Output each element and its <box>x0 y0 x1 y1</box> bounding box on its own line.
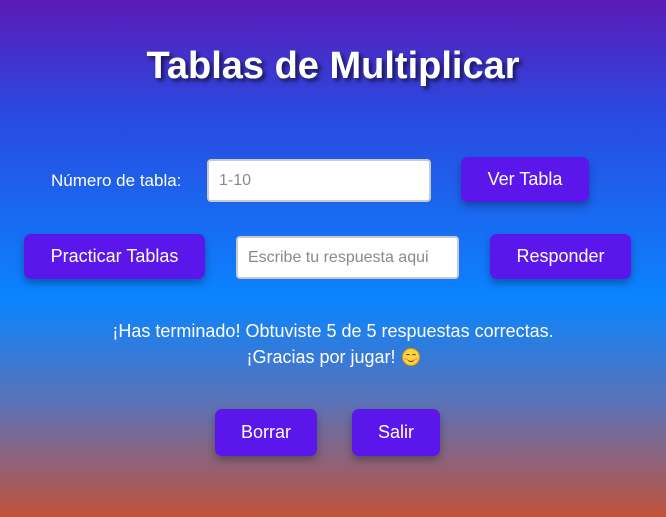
result-thanks-line: ¡Gracias por jugar! <box>0 344 666 370</box>
view-table-button[interactable]: Ver Tabla <box>461 157 589 202</box>
result-score-text: ¡Has terminado! Obtuviste 5 de 5 respues… <box>112 321 554 341</box>
table-number-input[interactable] <box>207 159 431 202</box>
clear-button[interactable]: Borrar <box>215 409 317 456</box>
table-number-label: Número de tabla: <box>51 171 182 190</box>
smiling-face-icon <box>401 348 420 366</box>
exit-button[interactable]: Salir <box>352 409 440 456</box>
result-thanks-text: ¡Gracias por jugar! <box>246 347 396 367</box>
result-message: ¡Has terminado! Obtuviste 5 de 5 respues… <box>0 318 666 370</box>
respond-button[interactable]: Responder <box>490 234 631 279</box>
answer-input[interactable] <box>236 236 459 279</box>
page-title: Tablas de Multiplicar <box>146 45 520 87</box>
practice-tables-button[interactable]: Practicar Tablas <box>24 234 205 279</box>
